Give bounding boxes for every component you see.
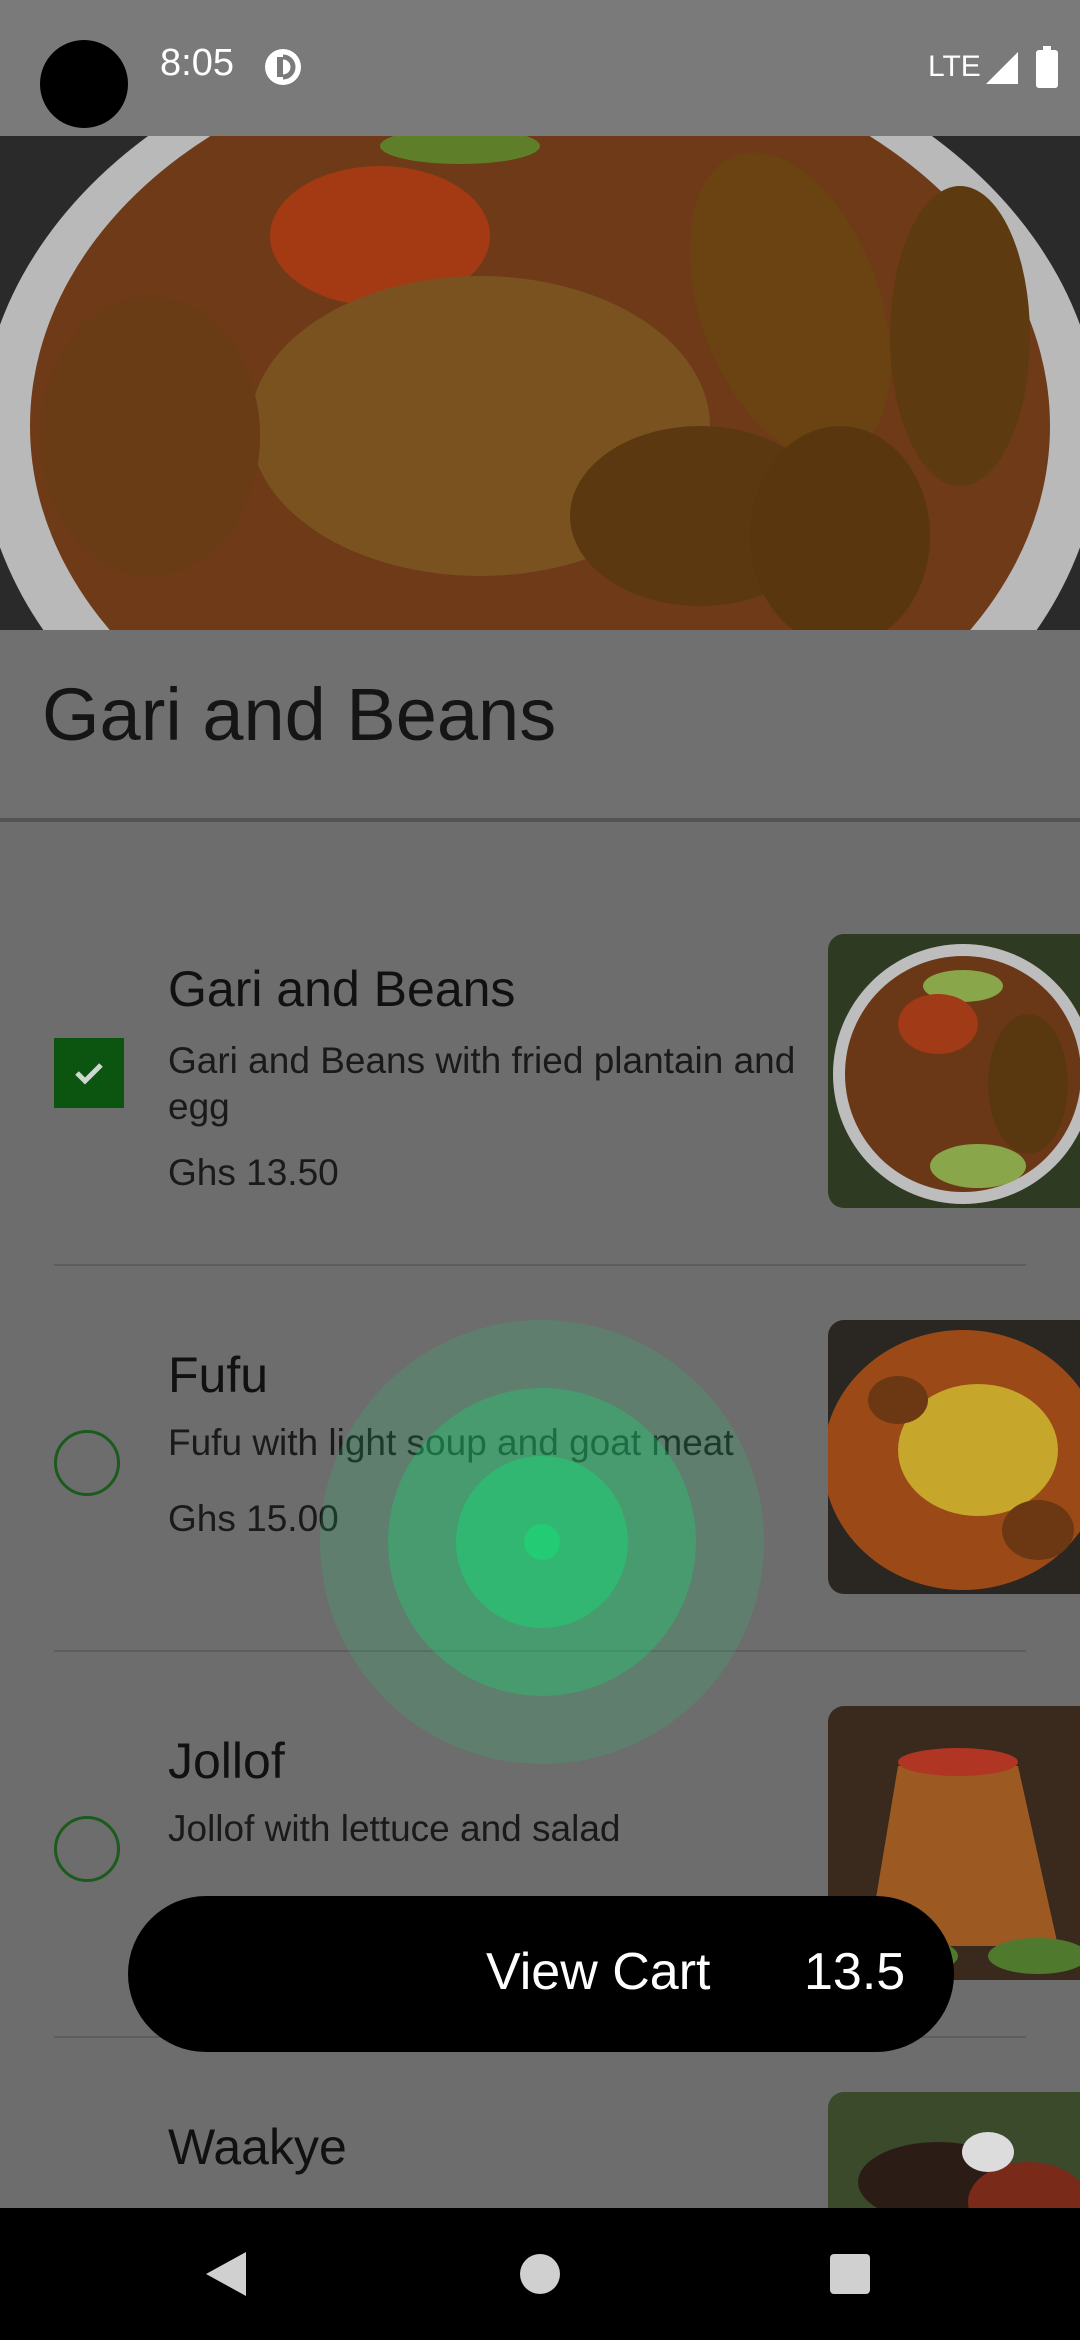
battery-icon [1036, 46, 1058, 88]
home-icon[interactable] [504, 2238, 576, 2310]
item-name: Gari and Beans [168, 961, 516, 1017]
item-name: Waakye [168, 2119, 347, 2175]
item-description: Jollof with lettuce and salad [168, 1808, 621, 1849]
menu-item[interactable]: Fufu Fufu with light soup and goat meat … [0, 1266, 1080, 1652]
system-nav-bar [0, 2208, 1080, 2340]
status-bar: 8:05 LTE [0, 0, 1080, 136]
page-title: Gari and Beans [42, 673, 557, 756]
signal-icon [986, 52, 1018, 84]
view-cart-label: View Cart [486, 1943, 711, 2001]
item-price: Ghs 15.00 [168, 1498, 339, 1539]
item-name: Fufu [168, 1347, 269, 1403]
app-indicator-icon [265, 49, 301, 85]
item-description: Gari and Beans with fried plantain and e… [168, 1040, 796, 1127]
item-checkbox-checked[interactable] [54, 1038, 124, 1108]
check-icon [75, 1063, 103, 1085]
item-thumbnail-gari [828, 934, 1080, 1208]
menu-item[interactable]: Waakye [0, 2038, 1080, 2208]
item-thumbnail-waakye [828, 2092, 1080, 2208]
item-description: Fufu with light soup and goat meat [168, 1422, 734, 1463]
status-time: 8:05 [160, 42, 234, 84]
item-radio-unchecked[interactable] [54, 1816, 120, 1882]
cart-total: 13.5 [804, 1943, 906, 2001]
item-radio-unchecked[interactable] [54, 1430, 120, 1496]
item-name: Jollof [168, 1733, 285, 1789]
camera-cutout [40, 40, 128, 128]
back-icon[interactable] [190, 2238, 262, 2310]
network-type: LTE [928, 50, 981, 83]
view-cart-button[interactable]: View Cart 13.5 [128, 1896, 954, 2052]
item-thumbnail-fufu [828, 1320, 1080, 1594]
recents-icon[interactable] [814, 2238, 886, 2310]
hero-food-image [0, 136, 1080, 630]
item-price: Ghs 13.50 [168, 1152, 339, 1193]
menu-item[interactable]: Gari and Beans Gari and Beans with fried… [0, 822, 1080, 1208]
